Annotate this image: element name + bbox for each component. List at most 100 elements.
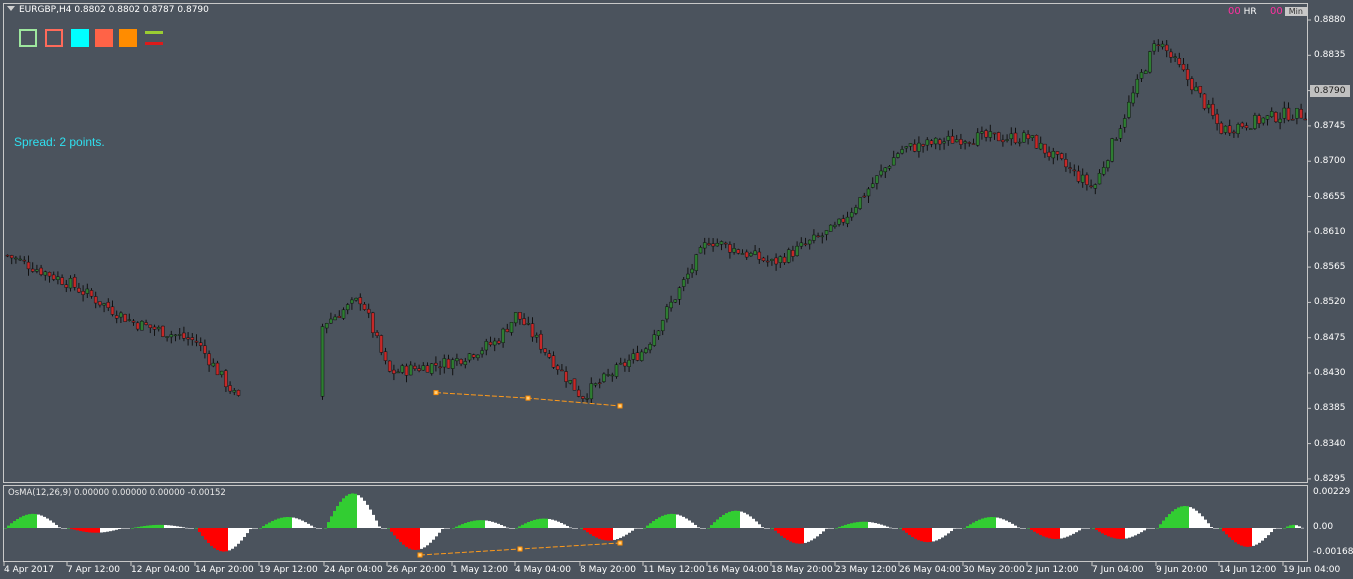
bull-candle: [341, 309, 346, 319]
histogram-bar-positive: [682, 516, 685, 528]
histogram-bar-positive: [461, 524, 464, 528]
histogram-bar-positive: [307, 523, 310, 528]
bear-candle: [375, 332, 379, 336]
histogram-bar-positive: [892, 528, 895, 529]
bull-candle: [988, 131, 993, 138]
histogram-bar-positive: [1183, 505, 1186, 528]
tomato-square-icon[interactable]: [95, 29, 113, 47]
bear-candle: [530, 323, 535, 338]
histogram-bar-positive: [342, 498, 345, 528]
bull-candle: [484, 341, 489, 351]
histogram-bar-positive: [987, 517, 990, 528]
histogram-bar-negative: [414, 528, 417, 551]
oscillator-tick-label: -0.00168: [1313, 547, 1353, 557]
bull-candle: [786, 249, 791, 263]
time-tick-label: 11 May 12:00: [643, 565, 705, 575]
histogram-bar-positive: [710, 525, 713, 528]
histogram-bar-negative: [1228, 528, 1231, 538]
histogram-bar-positive: [161, 524, 164, 528]
histogram-bar-negative: [786, 528, 789, 540]
histogram-bar-negative: [905, 528, 908, 533]
bull-candle: [673, 299, 678, 303]
bear-candle: [1001, 139, 1005, 143]
histogram-bar-positive: [64, 528, 67, 529]
histogram-bar-positive: [767, 528, 770, 529]
price-tick-label: 0.8340: [1314, 438, 1346, 449]
orange-square-icon[interactable]: [119, 29, 137, 47]
bear-candle: [1072, 169, 1077, 172]
histogram-bar-positive: [572, 528, 575, 529]
bull-candle: [396, 371, 400, 374]
histogram-bar-negative: [807, 528, 810, 542]
outline-red-square-icon[interactable]: [45, 29, 63, 47]
bull-candle: [1248, 128, 1253, 130]
price-tick-label: 0.8610: [1314, 226, 1346, 237]
histogram-bar-negative: [1264, 528, 1267, 539]
bull-candle: [156, 327, 161, 330]
histogram-bar-positive: [31, 513, 34, 528]
histogram-bar-positive: [655, 519, 658, 528]
histogram-bar-negative: [1243, 528, 1246, 547]
histogram-bar-negative: [586, 528, 589, 533]
outline-green-square-icon[interactable]: [19, 29, 37, 47]
histogram-bar-positive: [679, 515, 682, 528]
bull-candle: [1110, 138, 1114, 162]
current-price-tag: 0.8790: [1310, 85, 1350, 97]
min-widget[interactable]: 00 Min: [1270, 6, 1307, 17]
bull-candle: [887, 166, 892, 169]
bull-candle: [18, 258, 22, 261]
histogram-bar-negative: [935, 528, 938, 541]
bear-candle: [123, 314, 127, 322]
bull-candle: [1194, 86, 1198, 92]
histogram-bar-positive: [886, 526, 889, 528]
bull-candle: [463, 361, 468, 365]
histogram-bar-positive: [1289, 525, 1292, 528]
bear-candle: [131, 320, 136, 323]
trendline-anchor: [617, 403, 623, 409]
bull-candle: [1278, 118, 1282, 123]
histogram-bar-positive: [512, 528, 515, 529]
bull-candle: [627, 359, 631, 367]
bull-candle: [429, 363, 434, 374]
histogram-bar-negative: [82, 528, 85, 532]
histogram-bar-positive: [862, 521, 865, 528]
histogram-bar-positive: [1005, 520, 1008, 528]
bear-candle: [39, 267, 43, 275]
bear-candle: [950, 135, 955, 144]
bear-candle: [1047, 151, 1051, 157]
bull-candle: [509, 322, 514, 333]
histogram-bar-positive: [152, 525, 155, 528]
histogram-bar-negative: [1234, 528, 1237, 543]
min-button[interactable]: Min: [1284, 7, 1307, 16]
bear-candle: [803, 243, 808, 246]
histogram-bar-negative: [1113, 528, 1116, 539]
histogram-bar-negative: [1045, 528, 1048, 538]
cyan-square-icon[interactable]: [71, 29, 89, 47]
bull-candle: [770, 258, 774, 261]
histogram-bar-negative: [598, 528, 601, 539]
bear-candle: [203, 345, 207, 354]
bull-candle: [1131, 92, 1135, 104]
bear-candle: [22, 259, 27, 262]
bear-candle: [765, 260, 770, 263]
symbol-header[interactable]: EURGBP,H4 0.8802 0.8802 0.8787 0.8790: [7, 5, 209, 15]
line-pair-icon[interactable]: [145, 29, 163, 47]
histogram-bar-negative: [622, 528, 625, 537]
bear-candle: [152, 326, 157, 330]
dropdown-triangle-icon[interactable]: [7, 6, 15, 11]
bull-candle: [492, 340, 497, 346]
bull-candle: [1261, 117, 1266, 124]
histogram-bar-positive: [310, 525, 313, 528]
histogram-bar-positive: [1159, 524, 1162, 528]
histogram-bar-negative: [1030, 528, 1033, 530]
bull-candle: [450, 359, 455, 369]
time-tick-label: 16 May 04:00: [707, 565, 769, 575]
bear-candle: [392, 369, 396, 374]
histogram-bar-positive: [713, 522, 716, 528]
histogram-bar-positive: [34, 514, 37, 528]
bull-candle: [879, 170, 883, 176]
hr-widget[interactable]: 00 HR: [1228, 6, 1257, 17]
histogram-bar-negative: [902, 528, 905, 531]
bear-candle: [161, 325, 165, 337]
histogram-bar-positive: [491, 521, 494, 528]
